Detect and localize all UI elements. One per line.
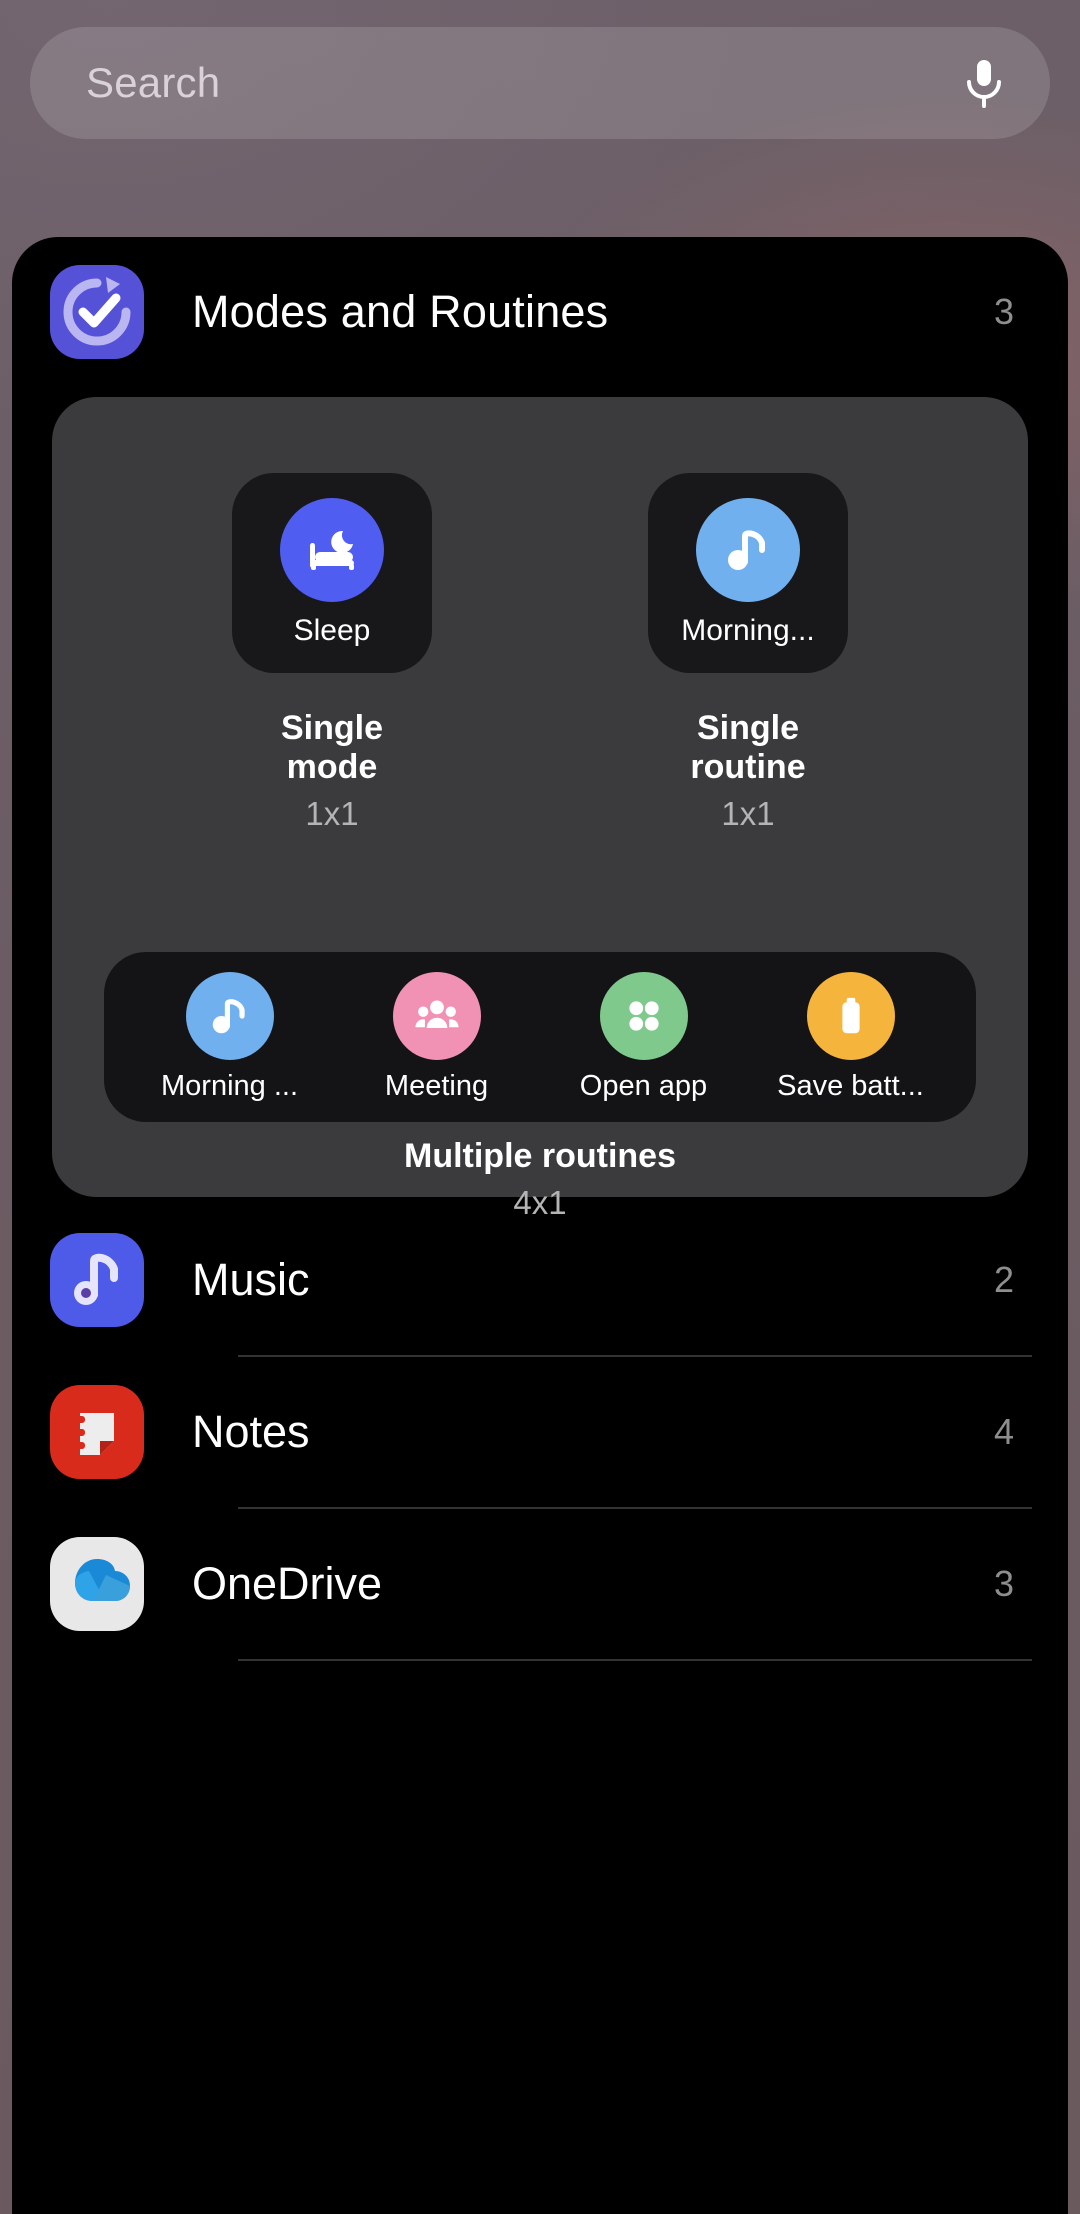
- routine-item-label: Morning ...: [161, 1069, 298, 1102]
- app-list-item-label: Notes: [192, 1406, 310, 1457]
- samsung-music-icon: [50, 1233, 144, 1327]
- widget-option-single-routine[interactable]: Morning... Single routine 1x1: [648, 473, 848, 833]
- widget-option-name: Multiple routines: [404, 1137, 676, 1175]
- widget-option-size: 1x1: [305, 795, 359, 832]
- samsung-notes-icon: [50, 1385, 144, 1479]
- widget-tile-morning[interactable]: Morning...: [648, 473, 848, 673]
- bed-moon-icon: [280, 498, 384, 602]
- modes-and-routines-icon: [50, 265, 144, 359]
- widget-option-name: Single mode: [280, 709, 384, 786]
- app-list-item-notes[interactable]: Notes 4: [12, 1357, 1068, 1507]
- app-list-item-label: OneDrive: [192, 1558, 383, 1609]
- widget-picker-panel: Modes and Routines 3 Sleep Single mode 1…: [12, 237, 1068, 2214]
- routine-item-morning[interactable]: Morning ...: [140, 971, 320, 1103]
- app-widget-count: 3: [993, 291, 1014, 332]
- widget-option-name: Single routine: [690, 709, 806, 786]
- list-divider: [238, 1659, 1032, 1661]
- app-title: Modes and Routines: [192, 286, 609, 337]
- people-group-icon: [392, 971, 481, 1060]
- widget-preview-panel: Sleep Single mode 1x1 Morning... Single: [52, 397, 1028, 1221]
- routine-item-open-app[interactable]: Open app: [554, 971, 734, 1103]
- widget-tile-sleep[interactable]: Sleep: [232, 473, 432, 673]
- routine-item-label: Save batt...: [777, 1069, 924, 1102]
- widget-option-size: 1x1: [721, 795, 775, 832]
- widget-option-single-mode[interactable]: Sleep Single mode 1x1: [232, 473, 432, 833]
- routine-item-label: Open app: [579, 1069, 708, 1102]
- app-list: Music 2 Notes 4 OneDrive 3: [12, 1205, 1068, 1661]
- routine-item-meeting[interactable]: Meeting: [347, 971, 527, 1103]
- battery-icon: [806, 971, 895, 1060]
- search-input[interactable]: Search: [86, 59, 962, 107]
- app-list-item-count: 3: [993, 1563, 1014, 1604]
- widget-tile-label: Sleep: [293, 614, 371, 647]
- routine-item-save-battery[interactable]: Save batt...: [761, 971, 941, 1103]
- app-list-item-label: Music: [192, 1254, 310, 1305]
- app-list-item-count: 2: [993, 1259, 1014, 1300]
- microphone-icon[interactable]: [962, 57, 1006, 109]
- app-header-modes-and-routines[interactable]: Modes and Routines 3: [12, 237, 1068, 387]
- four-dots-icon: [599, 971, 688, 1060]
- app-list-item-onedrive[interactable]: OneDrive 3: [12, 1509, 1068, 1659]
- routine-item-label: Meeting: [384, 1069, 489, 1102]
- single-widget-row: Sleep Single mode 1x1 Morning... Single: [52, 397, 1028, 833]
- music-note-icon: [185, 971, 274, 1060]
- widget-tile-label: Morning...: [681, 614, 815, 647]
- app-list-item-music[interactable]: Music 2: [12, 1205, 1068, 1355]
- widget-tile-multiple-routines[interactable]: Morning ... Meeting Open app Save batt..…: [104, 952, 976, 1122]
- music-note-icon: [696, 498, 800, 602]
- app-list-item-count: 4: [993, 1411, 1014, 1452]
- onedrive-icon: [50, 1537, 144, 1631]
- search-bar[interactable]: Search: [30, 27, 1050, 139]
